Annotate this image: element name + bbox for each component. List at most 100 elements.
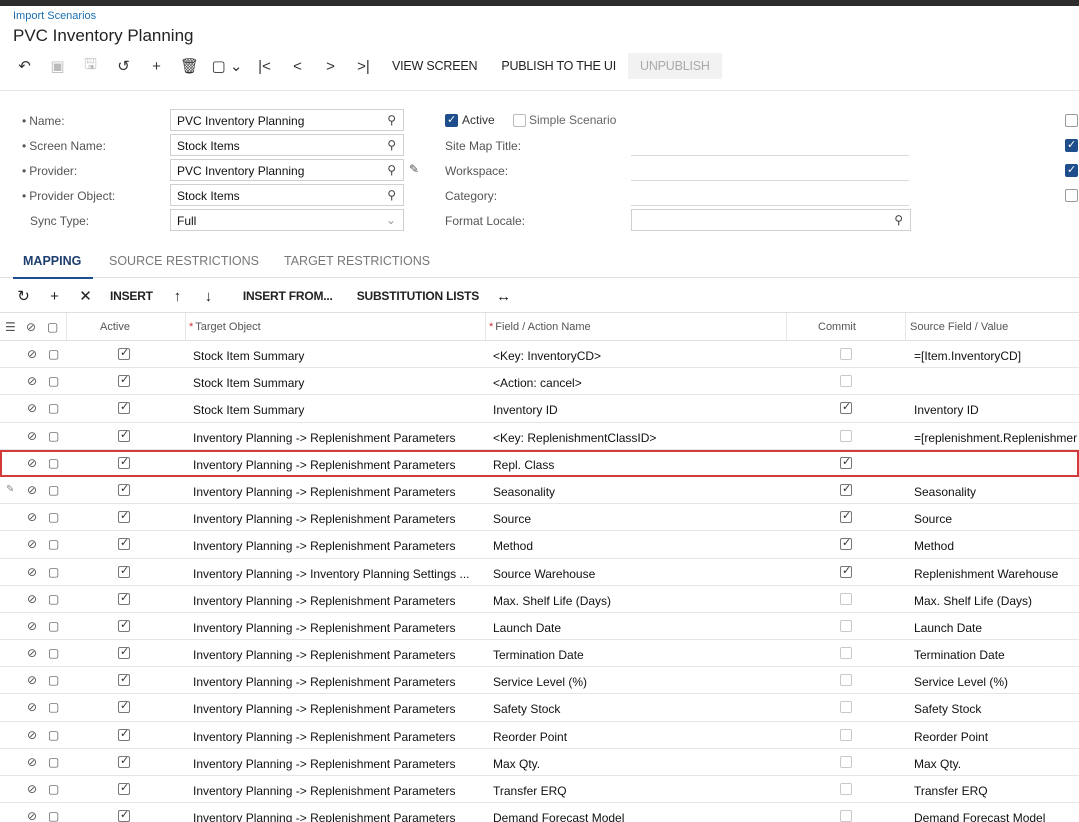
row-active-checkbox[interactable] bbox=[118, 618, 130, 632]
row-active-checkbox[interactable] bbox=[118, 400, 130, 415]
table-row[interactable]: ⊘ ▢ Inventory Planning -> Inventory Planni… bbox=[0, 559, 1079, 586]
table-row[interactable]: ⊘ ▢ Inventory Planning -> Replenishment Pa… bbox=[0, 694, 1079, 722]
row-active-checkbox[interactable] bbox=[118, 591, 130, 605]
target-object-cell[interactable]: Inventory Planning -> Replenishment Para… bbox=[193, 512, 481, 526]
search-icon[interactable]: ⚲ bbox=[387, 138, 396, 152]
col-commit[interactable]: Commit bbox=[818, 321, 856, 333]
note-icon[interactable]: ▢ bbox=[48, 401, 59, 415]
row-commit-checkbox[interactable] bbox=[840, 536, 852, 551]
name-field[interactable]: PVC Inventory Planning ⚲ bbox=[170, 109, 404, 131]
prev-icon[interactable]: < bbox=[281, 53, 314, 79]
target-object-cell[interactable]: Inventory Planning -> Replenishment Para… bbox=[193, 431, 481, 445]
column-config-icon[interactable]: ☰ bbox=[5, 320, 16, 334]
search-icon[interactable]: ⚲ bbox=[387, 188, 396, 202]
sync-type-select[interactable]: Full ⌄ bbox=[170, 209, 404, 231]
breadcrumb[interactable]: Import Scenarios bbox=[13, 10, 96, 22]
attachment-icon[interactable]: ⊘ bbox=[27, 565, 37, 579]
attachment-icon[interactable]: ⊘ bbox=[27, 429, 37, 443]
right-checkbox-4[interactable] bbox=[1065, 189, 1078, 202]
field-action-cell[interactable]: Launch Date bbox=[493, 621, 781, 635]
row-active-checkbox[interactable] bbox=[118, 699, 130, 714]
insert-from-button[interactable]: INSERT FROM... bbox=[234, 284, 342, 308]
row-active-checkbox[interactable] bbox=[118, 672, 130, 687]
row-commit-checkbox[interactable] bbox=[840, 647, 852, 660]
note-icon[interactable]: ▢ bbox=[48, 456, 59, 470]
row-commit-checkbox[interactable] bbox=[840, 375, 852, 388]
view-screen-button[interactable]: VIEW SCREEN bbox=[380, 53, 489, 79]
format-locale-field[interactable]: ⚲ bbox=[631, 209, 911, 231]
tab-mapping[interactable]: MAPPING bbox=[23, 254, 81, 268]
last-icon[interactable]: >| bbox=[347, 53, 380, 79]
edit-icon[interactable]: ✎ bbox=[409, 162, 419, 176]
note-icon[interactable]: ▢ bbox=[48, 646, 59, 660]
attachment-icon[interactable]: ⊘ bbox=[27, 619, 37, 633]
source-field-cell[interactable]: Replenishment Warehouse bbox=[914, 567, 1079, 581]
attachment-icon[interactable]: ⊘ bbox=[27, 646, 37, 660]
attachment-icon[interactable]: ⊘ bbox=[27, 700, 37, 714]
attachment-icon[interactable]: ⊘ bbox=[27, 537, 37, 551]
source-field-cell[interactable]: Service Level (%) bbox=[914, 675, 1079, 689]
row-commit-checkbox[interactable] bbox=[840, 674, 852, 687]
table-row[interactable]: ⊘ ▢ Inventory Planning -> Replenishment Pa… bbox=[0, 531, 1079, 559]
save-close-icon[interactable]: ▣ bbox=[41, 53, 74, 79]
delete-row-icon[interactable]: ✕ bbox=[70, 284, 101, 308]
search-icon[interactable]: ⚲ bbox=[387, 163, 396, 177]
row-commit-checkbox[interactable] bbox=[840, 564, 852, 578]
source-field-cell[interactable]: Max. Shelf Life (Days) bbox=[914, 594, 1079, 608]
attachment-icon[interactable]: ⊘ bbox=[27, 728, 37, 742]
note-icon[interactable]: ▢ bbox=[48, 619, 59, 633]
row-active-checkbox[interactable] bbox=[118, 754, 130, 768]
field-action-cell[interactable]: Demand Forecast Model bbox=[493, 811, 781, 822]
target-object-cell[interactable]: Inventory Planning -> Replenishment Para… bbox=[193, 621, 481, 635]
next-icon[interactable]: > bbox=[314, 53, 347, 79]
site-map-title-field[interactable] bbox=[631, 134, 909, 156]
right-checkbox-3[interactable] bbox=[1065, 163, 1078, 177]
col-field-action[interactable]: * Field / Action Name bbox=[489, 321, 591, 333]
workspace-field[interactable] bbox=[631, 159, 909, 181]
attachment-icon[interactable]: ⊘ bbox=[27, 374, 37, 388]
table-row[interactable]: ⊘ ▢ Inventory Planning -> Replenishment Pa… bbox=[0, 776, 1079, 804]
row-active-checkbox[interactable] bbox=[118, 536, 130, 551]
attachment-icon[interactable]: ⊘ bbox=[27, 510, 37, 524]
field-action-cell[interactable]: Termination Date bbox=[493, 648, 781, 662]
row-active-checkbox[interactable] bbox=[118, 727, 130, 741]
field-action-cell[interactable]: Method bbox=[493, 539, 781, 553]
row-commit-checkbox[interactable] bbox=[840, 455, 852, 469]
attachment-icon[interactable]: ⊘ bbox=[27, 456, 37, 470]
note-icon[interactable]: ▢ bbox=[48, 673, 59, 687]
field-action-cell[interactable]: <Key: InventoryCD> bbox=[493, 349, 781, 363]
note-icon[interactable]: ▢ bbox=[48, 782, 59, 796]
col-active[interactable]: Active bbox=[100, 321, 130, 333]
row-active-checkbox[interactable] bbox=[118, 645, 130, 660]
tab-target-restrictions[interactable]: TARGET RESTRICTIONS bbox=[284, 254, 430, 268]
note-icon[interactable]: ▢ bbox=[48, 429, 59, 443]
attachment-icon[interactable]: ⊘ bbox=[27, 782, 37, 796]
row-commit-checkbox[interactable] bbox=[840, 429, 852, 442]
table-row[interactable]: ⊘ ▢ Inventory Planning -> Replenishment Pa… bbox=[0, 423, 1079, 450]
provider-field[interactable]: PVC Inventory Planning ⚲ bbox=[170, 159, 404, 181]
add-row-icon[interactable]: + bbox=[39, 284, 70, 308]
target-object-cell[interactable]: Inventory Planning -> Replenishment Para… bbox=[193, 702, 481, 716]
source-field-cell[interactable]: Termination Date bbox=[914, 648, 1079, 662]
source-field-cell[interactable]: Reorder Point bbox=[914, 730, 1079, 744]
note-icon[interactable]: ▢ bbox=[48, 510, 59, 524]
row-active-checkbox[interactable] bbox=[118, 428, 130, 442]
target-object-cell[interactable]: Inventory Planning -> Replenishment Para… bbox=[193, 594, 481, 608]
note-icon[interactable]: ▢ bbox=[48, 592, 59, 606]
table-row[interactable]: ⊘ ▢ Inventory Planning -> Replenishment Pa… bbox=[0, 749, 1079, 776]
field-action-cell[interactable]: <Action: cancel> bbox=[493, 376, 781, 390]
field-action-cell[interactable]: Max. Shelf Life (Days) bbox=[493, 594, 781, 608]
insert-button[interactable]: INSERT bbox=[101, 284, 162, 308]
attachment-icon[interactable]: ⊘ bbox=[27, 401, 37, 415]
field-action-cell[interactable]: Source bbox=[493, 512, 781, 526]
table-row[interactable]: ⊘ ▢ Inventory Planning -> Replenishment Pa… bbox=[0, 504, 1079, 532]
note-icon[interactable]: ▢ bbox=[48, 483, 59, 497]
delete-icon[interactable]: 🗑 bbox=[173, 53, 206, 79]
move-down-icon[interactable]: ↓ bbox=[193, 284, 224, 308]
table-row[interactable]: ⊘ ▢ Stock Item Summary <Action: cancel> bbox=[0, 368, 1079, 396]
row-commit-checkbox[interactable] bbox=[840, 592, 852, 605]
row-active-checkbox[interactable] bbox=[118, 808, 130, 822]
save-icon[interactable]: 🖫 bbox=[74, 53, 107, 79]
source-field-cell[interactable]: Seasonality bbox=[914, 485, 1079, 499]
unpublish-button[interactable]: UNPUBLISH bbox=[628, 53, 722, 79]
